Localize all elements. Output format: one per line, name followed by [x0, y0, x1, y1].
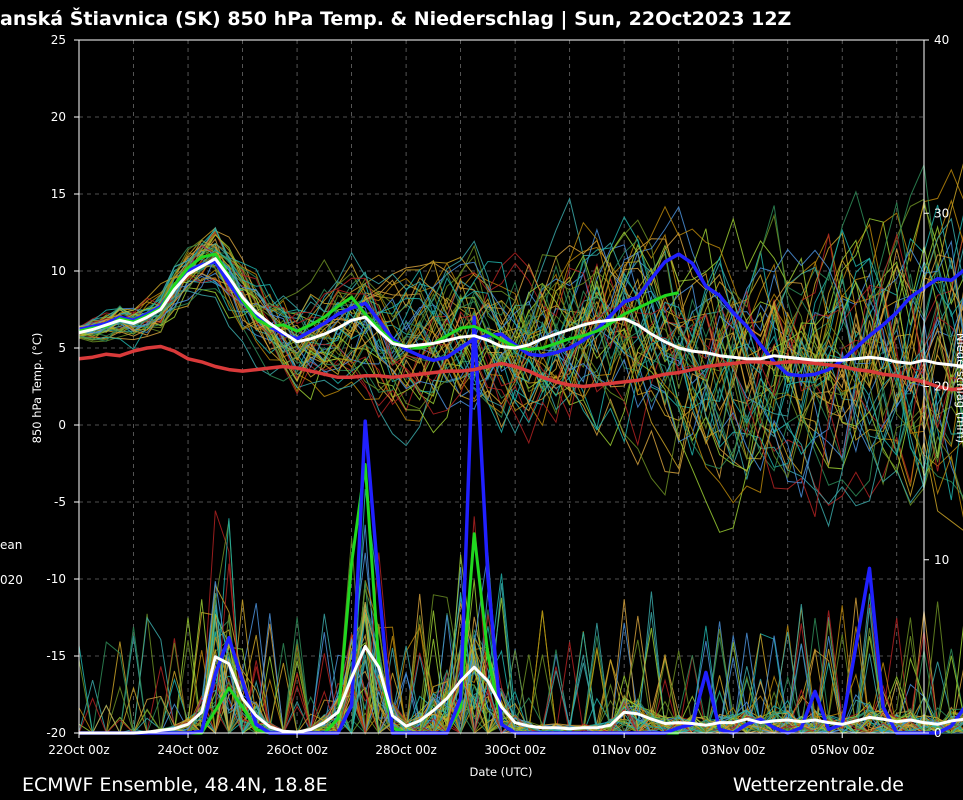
- y-tick-label: -15: [46, 649, 66, 663]
- x-tick-label: 26Oct 00z: [266, 743, 327, 757]
- y-tick-label: -10: [46, 572, 66, 586]
- y-axis-label: 850 hPa Temp. (°C): [30, 333, 44, 444]
- y-tick-label: 15: [51, 187, 66, 201]
- y2-axis-label: Niederschlag (mm): [954, 333, 963, 443]
- x-tick-label: 22Oct 00z: [48, 743, 109, 757]
- x-tick-label: 03Nov 00z: [701, 743, 765, 757]
- footer-source: Wetterzentrale.de: [733, 774, 904, 796]
- footer-model-location: ECMWF Ensemble, 48.4N, 18.8E: [22, 774, 328, 796]
- x-tick-label: 05Nov 00z: [810, 743, 874, 757]
- y2-tick-label: 0: [934, 726, 942, 740]
- y2-tick-label: 40: [934, 33, 949, 47]
- x-tick-label: 28Oct 00z: [375, 743, 436, 757]
- y-tick-label: -20: [46, 726, 66, 740]
- y2-tick-label: 20: [934, 380, 949, 394]
- x-axis-label: Date (UTC): [470, 765, 533, 779]
- y-tick-label: 0: [58, 418, 66, 432]
- y-tick-label: 20: [51, 110, 66, 124]
- y-tick-label: 5: [58, 341, 66, 355]
- legend-fragment-year: 020: [0, 573, 23, 587]
- ensemble-meteogram: anská Štiavnica (SK) 850 hPa Temp. & Nie…: [0, 0, 963, 800]
- y2-tick-label: 10: [934, 553, 949, 567]
- y-tick-label: 25: [51, 33, 66, 47]
- x-tick-label: 24Oct 00z: [157, 743, 218, 757]
- y-tick-label: 10: [51, 264, 66, 278]
- x-tick-label: 01Nov 00z: [592, 743, 656, 757]
- y-tick-label: -5: [54, 495, 66, 509]
- legend-fragment-mean: ean: [0, 538, 22, 552]
- y2-tick-label: 30: [934, 206, 949, 220]
- x-tick-label: 30Oct 00z: [484, 743, 545, 757]
- chart-title: anská Štiavnica (SK) 850 hPa Temp. & Nie…: [0, 6, 791, 30]
